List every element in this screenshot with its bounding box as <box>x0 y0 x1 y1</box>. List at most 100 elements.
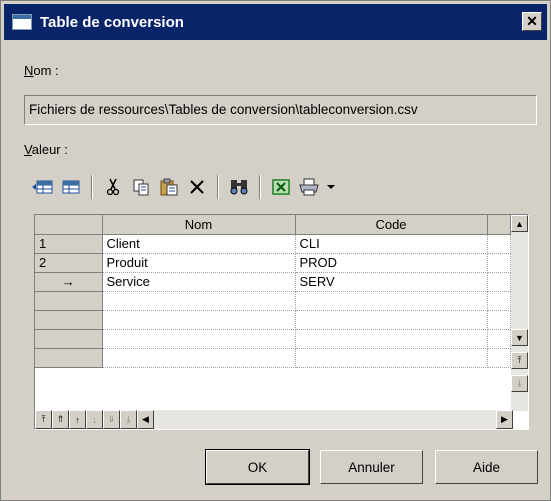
value-label: Valeur : <box>24 142 68 157</box>
page-up-icon: ⇑ <box>56 414 65 424</box>
cell-nom[interactable] <box>102 329 296 349</box>
table-row[interactable] <box>35 329 511 349</box>
cell-code[interactable] <box>295 291 488 311</box>
insert-row-button[interactable] <box>29 174 57 200</box>
move-bottom-icon: ⤓ <box>517 378 522 388</box>
toolbar-separator <box>91 175 93 199</box>
cell-nom[interactable] <box>102 310 296 330</box>
find-icon <box>230 180 248 195</box>
first-icon: ⤒ <box>41 414 46 424</box>
down-icon: ↓ <box>92 414 97 425</box>
grid-table: Nom Code 1 Client CLI 2 Produit PROD → S… <box>35 215 511 368</box>
cell-nom[interactable]: Client <box>102 234 296 254</box>
cell-code[interactable] <box>295 329 488 349</box>
row-header[interactable] <box>35 348 103 368</box>
move-first-button[interactable]: ⤒ <box>35 410 52 429</box>
print-button[interactable] <box>295 174 323 200</box>
table-row[interactable]: 1 Client CLI <box>35 234 511 254</box>
cell-code[interactable] <box>295 310 488 330</box>
table-row[interactable]: → Service SERV <box>35 272 511 292</box>
table-row[interactable]: 2 Produit PROD <box>35 253 511 273</box>
name-label: Nom : <box>24 63 59 78</box>
row-header[interactable] <box>35 310 103 330</box>
cell-filler <box>487 234 511 254</box>
scroll-left-button[interactable]: ◀ <box>137 410 154 429</box>
ok-button[interactable]: OK <box>205 449 310 485</box>
row-header[interactable] <box>35 291 103 311</box>
delete-icon <box>190 180 204 194</box>
table-row[interactable] <box>35 310 511 330</box>
column-header-filler <box>487 215 511 235</box>
conversion-grid: Nom Code 1 Client CLI 2 Produit PROD → S… <box>34 214 529 430</box>
excel-export-icon <box>272 179 290 195</box>
help-button[interactable]: Aide <box>435 450 538 484</box>
horizontal-scroll-track[interactable] <box>154 410 496 429</box>
dropdown-arrow-icon <box>327 185 335 189</box>
scroll-down-button[interactable]: ▼ <box>511 329 528 346</box>
arrow-left-icon: ◀ <box>142 414 149 424</box>
paste-icon <box>160 178 178 196</box>
window-icon <box>12 14 32 30</box>
column-header-code[interactable]: Code <box>295 215 488 235</box>
move-last-button[interactable]: ⤓ <box>120 410 137 429</box>
row-header-current[interactable]: → <box>35 272 103 292</box>
delete-button[interactable] <box>183 174 211 200</box>
cell-nom[interactable]: Produit <box>102 253 296 273</box>
column-header-nom[interactable]: Nom <box>102 215 296 235</box>
conversion-table-dialog: Table de conversion ✕ Nom : Fichiers de … <box>0 0 551 501</box>
window-title: Table de conversion <box>40 13 184 31</box>
corner-header <box>35 215 103 235</box>
cell-filler <box>487 348 511 368</box>
print-dropdown-button[interactable] <box>323 174 339 200</box>
cancel-button[interactable]: Annuler <box>320 450 423 484</box>
move-down-button[interactable]: ↓ <box>86 410 103 429</box>
move-page-up-button[interactable]: ⇑ <box>52 410 69 429</box>
cell-filler <box>487 291 511 311</box>
move-page-down-button[interactable]: ⇓ <box>103 410 120 429</box>
grid-toolbar <box>29 173 339 201</box>
cut-button[interactable] <box>99 174 127 200</box>
excel-export-button[interactable] <box>267 174 295 200</box>
cell-filler <box>487 272 511 292</box>
cell-code[interactable]: CLI <box>295 234 488 254</box>
close-button[interactable]: ✕ <box>522 12 542 31</box>
scroll-up-button[interactable]: ▲ <box>511 215 528 232</box>
cell-code[interactable]: PROD <box>295 253 488 273</box>
table-row[interactable] <box>35 348 511 368</box>
row-header[interactable]: 1 <box>35 234 103 254</box>
arrow-up-icon: ▲ <box>515 218 524 229</box>
row-header[interactable]: 2 <box>35 253 103 273</box>
toolbar-separator <box>259 175 261 199</box>
move-top-icon: ⤒ <box>517 355 522 365</box>
toolbar-separator <box>217 175 219 199</box>
paste-button[interactable] <box>155 174 183 200</box>
cell-nom[interactable] <box>102 348 296 368</box>
table-row[interactable] <box>35 291 511 311</box>
find-button[interactable] <box>225 174 253 200</box>
title-bar: Table de conversion ✕ <box>4 4 547 40</box>
move-up-button[interactable]: ↑ <box>69 410 86 429</box>
row-navigation-bar: ⤒ ⇑ ↑ ↓ ⇓ ⤓ ◀ ▶ <box>35 410 513 429</box>
insert-row-icon <box>32 180 53 194</box>
copy-button[interactable] <box>127 174 155 200</box>
scroll-right-button[interactable]: ▶ <box>496 410 513 429</box>
arrow-right-icon: ▶ <box>501 414 508 424</box>
cell-nom[interactable]: Service <box>102 272 296 292</box>
arrow-down-icon: ▼ <box>515 332 524 343</box>
print-icon <box>299 178 319 196</box>
page-down-icon: ⇓ <box>107 414 116 424</box>
move-row-top-button[interactable]: ⤒ <box>511 352 528 369</box>
move-row-bottom-button[interactable]: ⤓ <box>511 375 528 392</box>
vertical-scrollbar[interactable]: ▲ ▼ ⤒ ⤓ <box>511 215 528 411</box>
cell-filler <box>487 310 511 330</box>
last-icon: ⤓ <box>126 414 131 424</box>
cell-nom[interactable] <box>102 291 296 311</box>
row-header[interactable] <box>35 329 103 349</box>
add-row-button[interactable] <box>57 174 85 200</box>
cell-code[interactable]: SERV <box>295 272 488 292</box>
cell-code[interactable] <box>295 348 488 368</box>
close-icon: ✕ <box>526 13 538 29</box>
name-field[interactable]: Fichiers de ressources\Tables de convers… <box>24 95 537 125</box>
add-row-icon <box>62 180 80 194</box>
up-icon: ↑ <box>75 414 80 425</box>
